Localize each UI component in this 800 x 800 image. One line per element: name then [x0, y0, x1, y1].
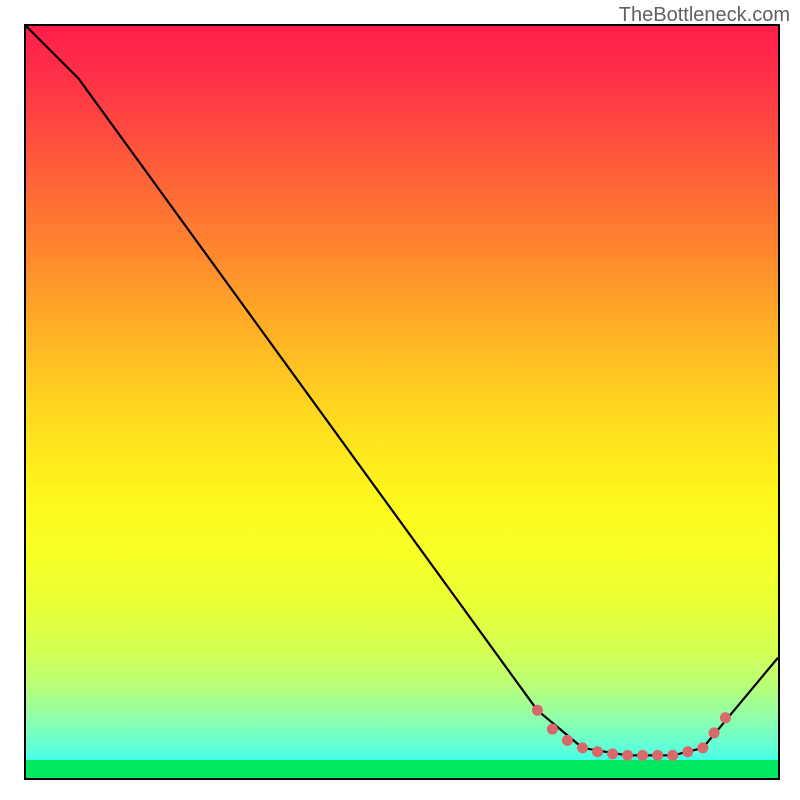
data-marker	[532, 705, 543, 716]
chart-container: TheBottleneck.com	[0, 0, 800, 800]
data-marker	[607, 748, 618, 759]
watermark-text: TheBottleneck.com	[619, 4, 790, 27]
data-marker	[562, 735, 573, 746]
data-marker	[697, 742, 708, 753]
data-marker	[682, 746, 693, 757]
data-marker	[622, 750, 633, 761]
data-marker	[709, 727, 720, 738]
data-marker	[592, 746, 603, 757]
data-marker	[577, 742, 588, 753]
data-marker	[547, 724, 558, 735]
data-marker	[720, 712, 731, 723]
data-marker	[667, 750, 678, 761]
bottleneck-curve	[26, 26, 778, 755]
plot-area	[24, 24, 780, 780]
curve-layer	[26, 26, 778, 778]
data-marker	[637, 750, 648, 761]
data-marker	[652, 750, 663, 761]
